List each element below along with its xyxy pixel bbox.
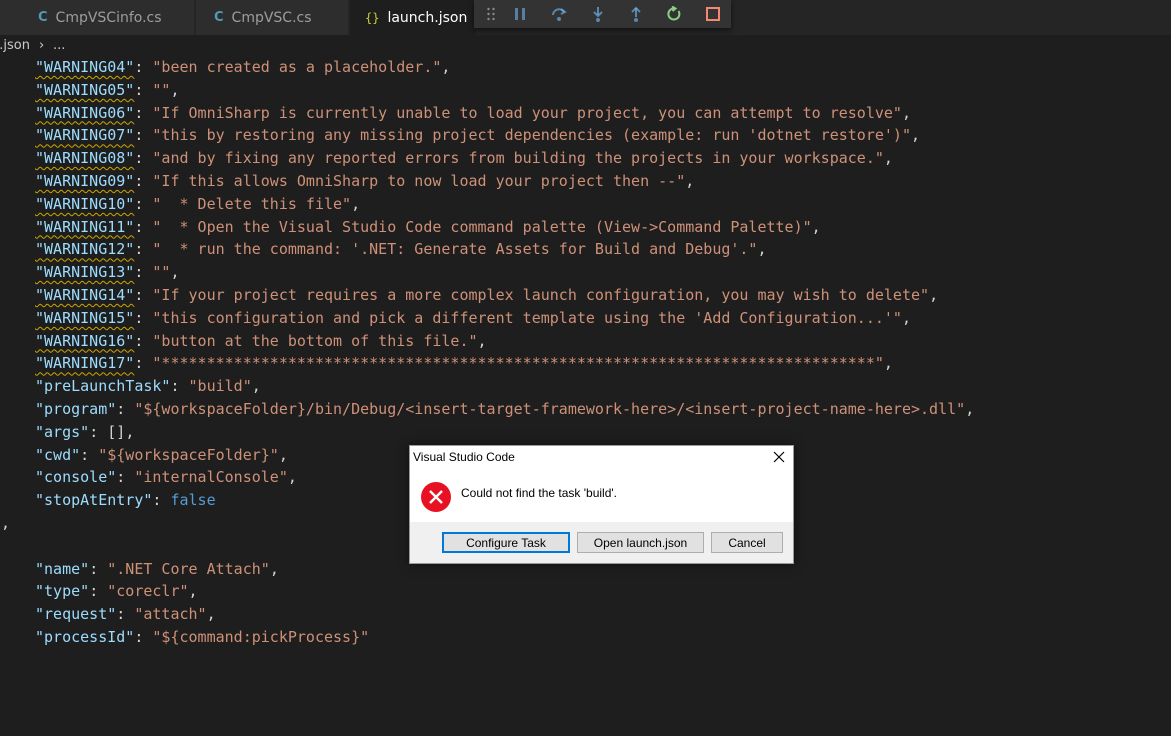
code-line: }, xyxy=(0,514,11,532)
cancel-button[interactable]: Cancel xyxy=(711,532,783,553)
code-line: "args": [], xyxy=(35,422,135,441)
tab-launch-json[interactable]: {} launch.json xyxy=(350,0,476,35)
tab-label: CmpVSCinfo.cs xyxy=(55,9,162,26)
stop-icon[interactable] xyxy=(699,0,727,28)
csharp-icon: C xyxy=(38,10,48,25)
code-line: "cwd": "${workspaceFolder}", xyxy=(35,445,288,464)
code-line: "WARNING05": "", xyxy=(35,80,180,99)
drag-handle-icon[interactable] xyxy=(477,0,505,28)
step-out-icon[interactable] xyxy=(622,0,650,28)
error-icon xyxy=(421,482,451,512)
json-braces-icon: {} xyxy=(365,10,380,25)
code-line: "console": "internalConsole", xyxy=(35,468,297,487)
close-icon[interactable] xyxy=(771,449,787,465)
code-line: "WARNING09": "If this allows OmniSharp t… xyxy=(35,172,695,190)
breadcrumb-rest[interactable]: ... xyxy=(53,35,65,57)
code-line: "WARNING13": "", xyxy=(35,263,180,282)
debug-toolbar xyxy=(474,0,731,28)
breadcrumb: n.json › ... xyxy=(0,35,1171,57)
tab-cmpvsc[interactable]: C CmpVSC.cs xyxy=(196,0,348,35)
code-line: "WARNING12": " * run the command: '.NET:… xyxy=(35,240,767,259)
tab-label: launch.json xyxy=(387,9,468,26)
code-line: "WARNING14": "If your project requires a… xyxy=(35,286,939,304)
code-line: "name": ".NET Core Attach", xyxy=(35,559,279,578)
pause-icon[interactable] xyxy=(506,0,534,28)
error-dialog: Visual Studio Code Could not find the ta… xyxy=(409,445,794,564)
breadcrumb-file[interactable]: n.json xyxy=(0,35,30,57)
code-line: "request": "attach", xyxy=(35,605,216,624)
step-into-icon[interactable] xyxy=(584,0,612,28)
open-launch-json-button[interactable]: Open launch.json xyxy=(577,532,704,553)
code-line: "WARNING07": "this by restoring any miss… xyxy=(35,126,921,145)
code-line: "WARNING10": " * Delete this file", xyxy=(35,194,361,213)
code-line: "WARNING17": "**************************… xyxy=(35,354,893,373)
code-line: "WARNING06": "If OmniSharp is currently … xyxy=(35,103,911,122)
breadcrumb-separator: › xyxy=(39,38,45,53)
dialog-title: Visual Studio Code xyxy=(413,450,515,464)
code-line: "stopAtEntry": false xyxy=(35,491,216,510)
tab-cmpvscinfo[interactable]: C CmpVSCinfo.cs xyxy=(0,0,194,35)
code-line: "WARNING15": "this configuration and pic… xyxy=(35,308,911,327)
code-line: "program": "${workspaceFolder}/bin/Debug… xyxy=(35,400,975,418)
dialog-message: Could not find the task 'build'. xyxy=(461,486,618,500)
step-over-icon[interactable] xyxy=(545,0,573,28)
csharp-icon: C xyxy=(214,10,224,25)
code-line: "preLaunchTask": "build", xyxy=(35,377,261,396)
code-line: } xyxy=(0,649,1,672)
configure-task-button[interactable]: Configure Task xyxy=(442,532,570,553)
code-line: "WARNING08": "and by fixing any reported… xyxy=(35,149,893,168)
restart-icon[interactable] xyxy=(660,0,688,28)
code-line: "WARNING11": " * Open the Visual Studio … xyxy=(35,217,821,236)
code-line: "type": "coreclr", xyxy=(35,582,198,601)
code-line: "WARNING04": "been created as a placehol… xyxy=(35,58,451,76)
code-line: { xyxy=(0,535,1,558)
code-line: "processId": "${command:pickProcess}" xyxy=(35,628,370,646)
tab-label: CmpVSC.cs xyxy=(231,9,312,26)
code-line: "WARNING16": "button at the bottom of th… xyxy=(35,331,487,350)
dialog-footer: Configure Task Open launch.json Cancel xyxy=(410,522,793,563)
